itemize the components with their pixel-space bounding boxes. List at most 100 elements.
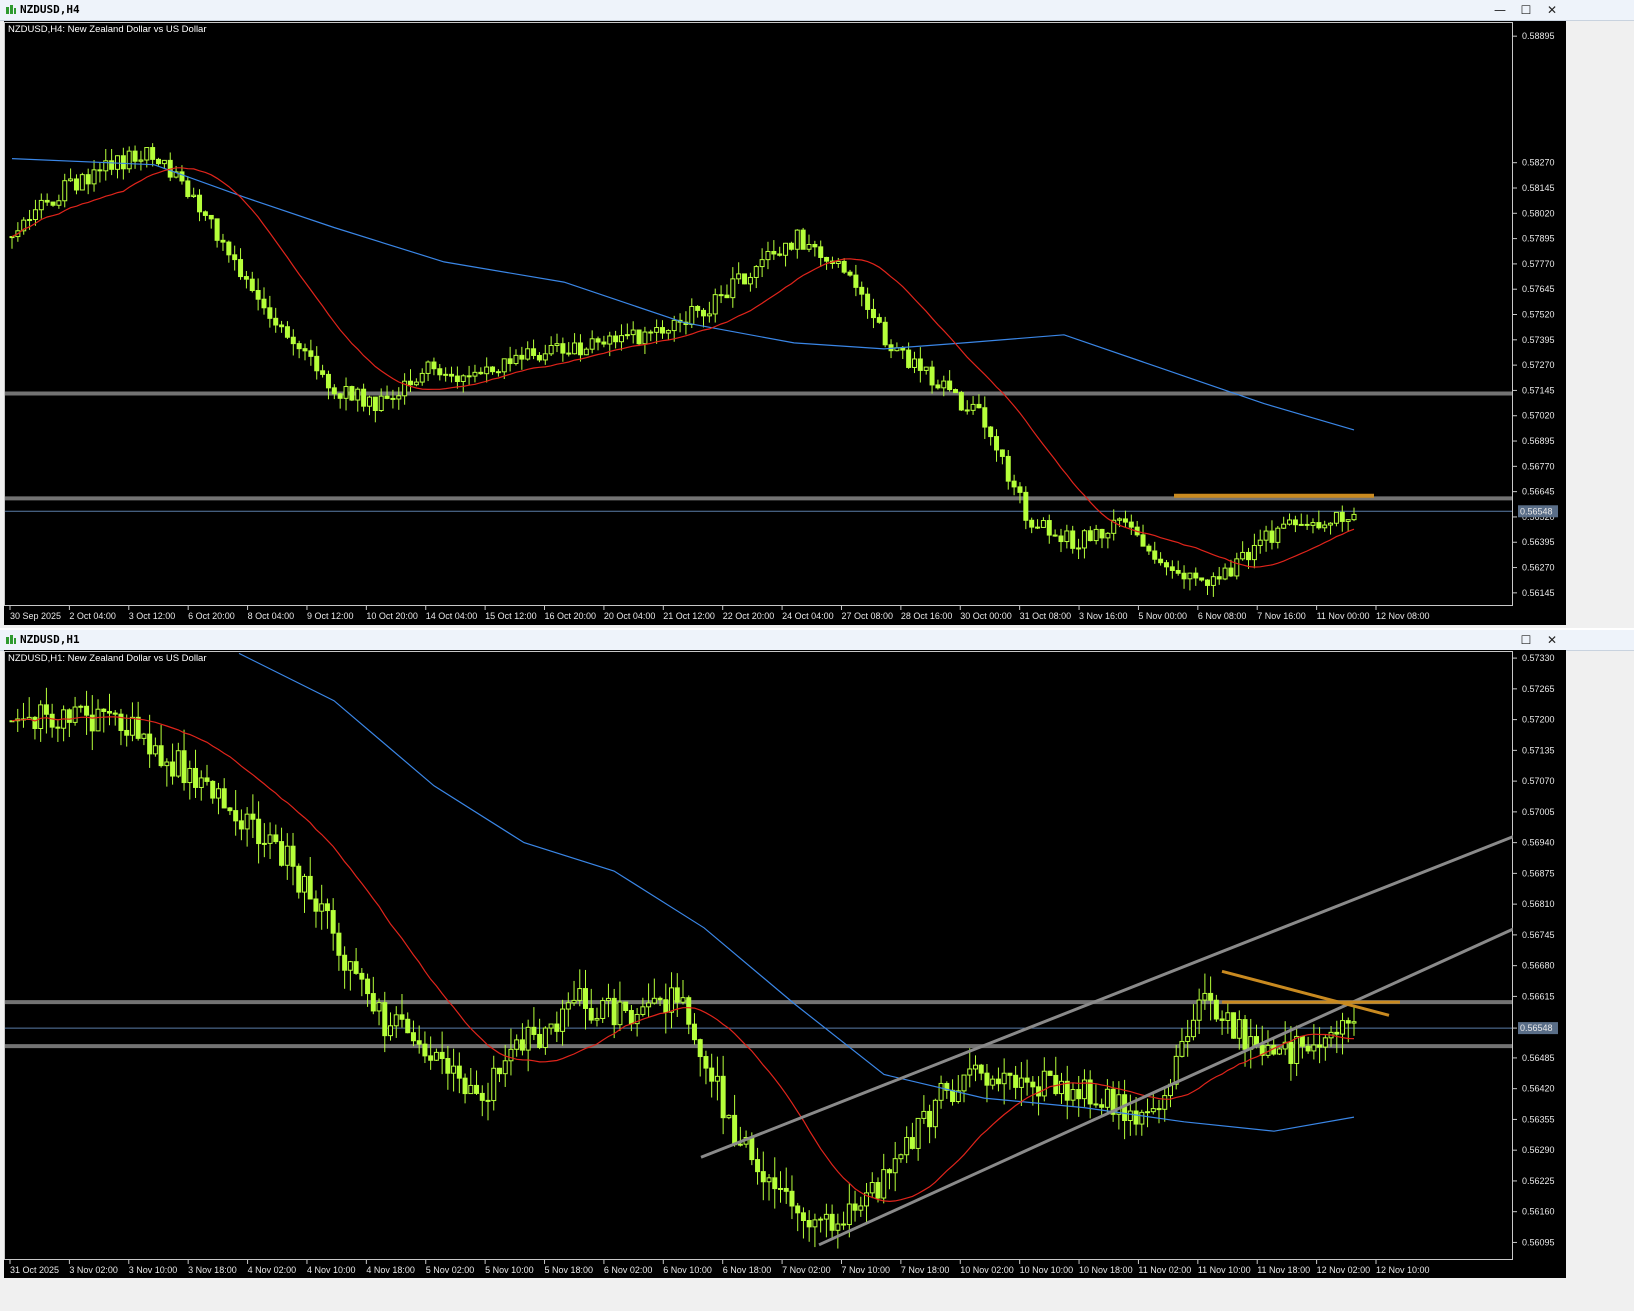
candle-body (950, 1089, 956, 1103)
candle-body (1122, 518, 1128, 523)
candle-body (1204, 579, 1210, 586)
time-label: 3 Oct 12:00 (129, 611, 176, 621)
candle-body (1231, 1012, 1237, 1039)
candle-body (232, 254, 238, 261)
candle-body (349, 386, 355, 401)
candle-body (1333, 511, 1339, 524)
candle-body (686, 997, 692, 1025)
candle-body (325, 373, 331, 389)
candle-body (359, 972, 365, 980)
price-label: 0.56160 (1522, 1207, 1555, 1217)
candle-body (428, 1055, 434, 1061)
candle-body (537, 1033, 543, 1048)
candle-body (422, 1043, 428, 1057)
candle-body (669, 987, 675, 1013)
candle-body (56, 200, 62, 206)
candle-body (144, 147, 150, 161)
candle-body (1345, 1020, 1351, 1024)
candle-body (97, 169, 103, 172)
candle-body (449, 373, 455, 377)
candle-body (1013, 1074, 1019, 1088)
candle-body (990, 1078, 996, 1086)
candle-body (1058, 535, 1064, 543)
candle-body (95, 708, 101, 732)
candle-body (818, 1218, 824, 1221)
candle-body (454, 375, 460, 382)
candle-body (674, 987, 680, 1003)
candle-body (135, 716, 141, 739)
candle-body (588, 1007, 594, 1021)
candle-body (548, 1023, 554, 1029)
candle-body (835, 1223, 841, 1231)
price-label: 0.57200 (1522, 715, 1555, 725)
candle-body (995, 1078, 1001, 1085)
candle-body (366, 396, 372, 407)
candle-body (882, 321, 888, 346)
window-titlebar-h4[interactable]: NZDUSD,H4 — ☐ ✕ (0, 0, 1634, 21)
candle-body (158, 745, 164, 767)
candle-body (589, 338, 595, 350)
channel-upper-line[interactable] (700, 834, 1517, 1159)
candle-body (818, 246, 824, 258)
orange-trend-line[interactable] (1221, 969, 1390, 1017)
candle-body (370, 993, 376, 1012)
maximize-button[interactable]: ☐ (1516, 2, 1536, 18)
candle-body (1093, 1103, 1099, 1106)
candle-body (1059, 1080, 1065, 1095)
candle-body (1228, 567, 1234, 577)
time-label: 7 Nov 10:00 (841, 1265, 890, 1275)
candle-body (1304, 523, 1310, 526)
time-label: 5 Nov 18:00 (545, 1265, 594, 1275)
minimize-button[interactable]: — (1490, 2, 1510, 18)
close-button[interactable]: ✕ (1542, 2, 1562, 18)
close-button[interactable]: ✕ (1542, 632, 1562, 648)
candle-body (869, 1182, 875, 1194)
candle-body (789, 1190, 795, 1207)
candle-body (747, 276, 753, 285)
channel-lower-line[interactable] (818, 926, 1517, 1247)
chart-window-h4[interactable]: NZDUSD,H4 — ☐ ✕ NZDUSD,H4: New Zealand D… (0, 0, 1634, 628)
price-chart-h1[interactable]: NZDUSD,H1: New Zealand Dollar vs US Doll… (4, 650, 1566, 1278)
symbol-info-label: NZDUSD,H1: New Zealand Dollar vs US Doll… (8, 653, 207, 664)
candle-body (353, 961, 359, 974)
candle-body (1076, 547, 1082, 550)
candle-body (536, 354, 542, 361)
candle-body (267, 307, 273, 319)
candle-body (1152, 550, 1158, 560)
moving-average-slow-line (11, 158, 1355, 431)
candle-body (55, 726, 61, 729)
candle-body (648, 331, 654, 334)
candle-body (1187, 572, 1193, 580)
candle-body (372, 396, 378, 411)
candle-body (1216, 576, 1222, 580)
candle-body (72, 706, 78, 723)
candle-body (1345, 519, 1351, 522)
maximize-button[interactable]: ☐ (1516, 632, 1536, 648)
chart-window-h1[interactable]: NZDUSD,H1 ☐ ✕ NZDUSD,H1: New Zealand Dol… (0, 630, 1634, 1311)
candle-body (1288, 1041, 1294, 1064)
moving-average-fast-line (11, 167, 1355, 568)
candle-body (1311, 1044, 1317, 1052)
candle-body (892, 1158, 898, 1174)
time-label: 12 Nov 08:00 (1376, 611, 1430, 621)
candle-body (1156, 1108, 1162, 1111)
price-label: 0.56810 (1522, 899, 1555, 909)
window-titlebar-h1[interactable]: NZDUSD,H1 ☐ ✕ (0, 630, 1634, 651)
time-label: 22 Oct 20:00 (723, 611, 775, 621)
candle-body (571, 999, 577, 1004)
price-chart-h4[interactable]: NZDUSD,H4: New Zealand Dollar vs US Doll… (4, 21, 1566, 625)
chart-window-icon (6, 635, 16, 644)
candle-body (342, 954, 348, 971)
candle-body (1340, 1020, 1346, 1035)
candle-body (1322, 1037, 1328, 1048)
chart-area-h1[interactable]: NZDUSD,H1: New Zealand Dollar vs US Doll… (4, 650, 1566, 1278)
candle-body (495, 371, 501, 374)
candle-body (1316, 522, 1322, 529)
candle-body (112, 712, 118, 715)
chart-area-h4[interactable]: NZDUSD,H4: New Zealand Dollar vs US Doll… (4, 21, 1566, 625)
candle-body (84, 705, 90, 716)
candle-body (1093, 528, 1099, 542)
candle-body (187, 767, 193, 784)
price-label: 0.56395 (1522, 537, 1555, 547)
candle-body (399, 1014, 405, 1020)
